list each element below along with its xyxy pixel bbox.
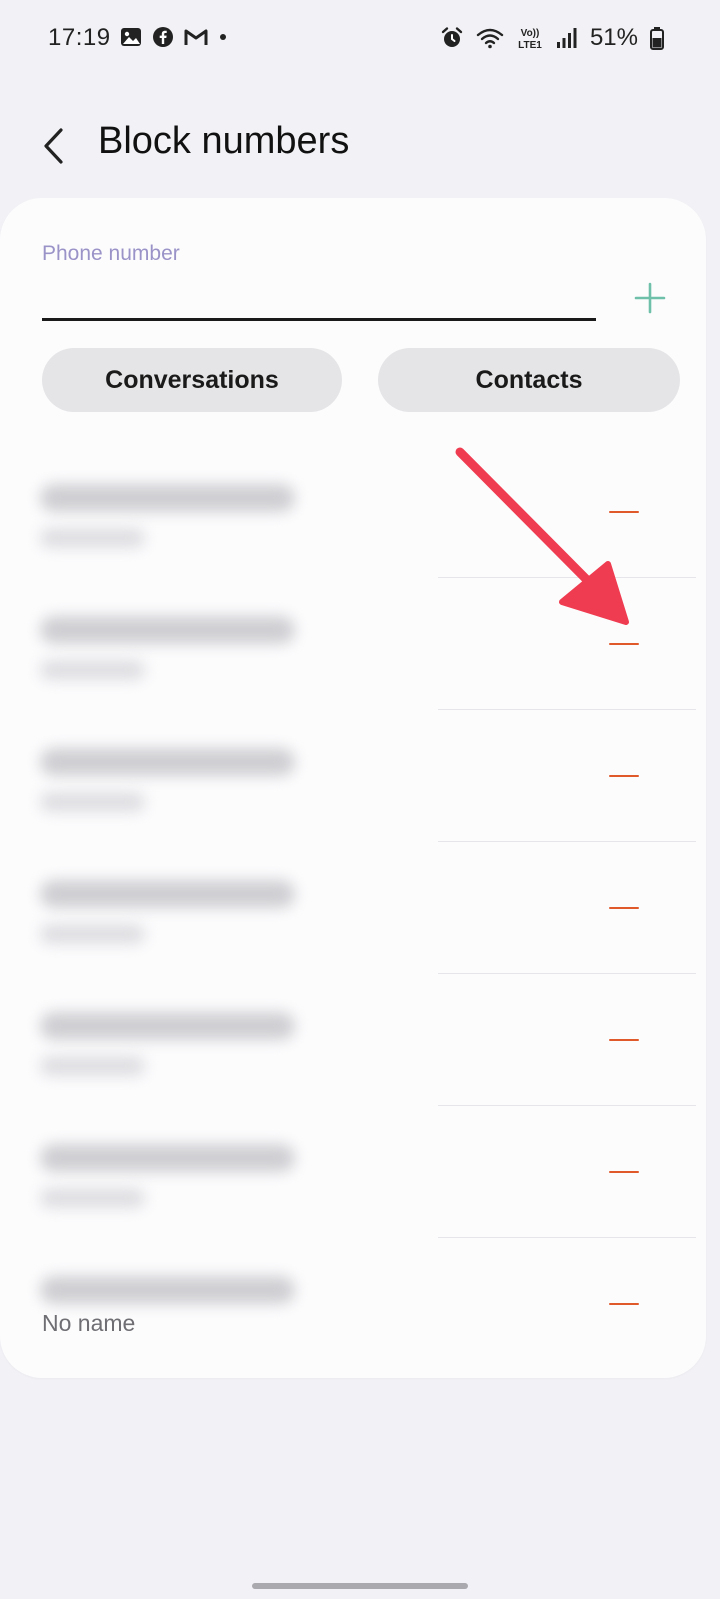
minus-icon [609,510,639,514]
blurred-phone-number [40,1144,295,1172]
dot-icon [218,32,228,42]
status-time: 17:19 [48,24,111,51]
screen: 17:19 Vo)) LTE1 51% Block numbers Phone … [0,0,720,1599]
minus-icon [609,774,639,778]
blocked-number-item [0,446,706,578]
remove-blocked-number-button[interactable] [602,1284,646,1324]
blurred-subtext [40,792,145,812]
blocked-number-item: No name [0,1238,706,1370]
blurred-phone-number [40,1276,295,1304]
blurred-subtext [40,528,145,548]
system-icons: Vo)) LTE1 51% [440,24,664,52]
facebook-icon [152,26,174,48]
alarm-icon [440,26,464,50]
gallery-icon [120,26,142,48]
back-button[interactable] [30,122,78,170]
wifi-icon [476,27,504,49]
blurred-subtext [40,660,145,680]
blurred-subtext [40,1056,145,1076]
remove-blocked-number-button[interactable] [602,1152,646,1192]
blurred-phone-number [40,616,295,644]
add-number-button[interactable] [625,273,675,323]
blocked-numbers-list: No name [0,446,706,1370]
minus-icon [609,1038,639,1042]
home-indicator[interactable] [252,1583,468,1589]
minus-icon [609,642,639,646]
blocked-number-item [0,1106,706,1238]
minus-icon [609,906,639,910]
block-numbers-card: Phone number Conversations Contacts No n… [0,198,706,1378]
remove-blocked-number-button[interactable] [602,1020,646,1060]
svg-text:Vo)): Vo)) [521,28,540,39]
remove-blocked-number-button[interactable] [602,888,646,928]
phone-number-label: Phone number [42,242,180,265]
battery-percent: 51% [589,24,638,51]
blocked-number-item [0,578,706,710]
blurred-phone-number [40,880,295,908]
blurred-phone-number [40,748,295,776]
minus-icon [609,1170,639,1174]
signal-icon [556,27,578,49]
volte-icon: Vo)) LTE1 [516,25,544,51]
contact-name-label: No name [42,1310,136,1336]
svg-text:LTE1: LTE1 [518,40,542,51]
plus-icon [633,281,667,315]
contacts-button[interactable]: Contacts [378,348,680,412]
status-bar: 17:19 Vo)) LTE1 51% [0,0,720,80]
battery-icon [650,26,664,50]
remove-blocked-number-button[interactable] [602,756,646,796]
page-title: Block numbers [98,120,350,162]
notification-icons [120,26,228,48]
remove-blocked-number-button[interactable] [602,492,646,532]
blocked-number-item [0,842,706,974]
remove-blocked-number-button[interactable] [602,624,646,664]
blurred-subtext [40,1188,145,1208]
phone-number-input[interactable] [42,276,596,321]
blurred-subtext [40,924,145,944]
blurred-phone-number [40,1012,295,1040]
app-bar: Block numbers [0,110,720,180]
blurred-phone-number [40,484,295,512]
blocked-number-item [0,710,706,842]
gmail-icon [184,27,208,47]
minus-icon [609,1302,639,1306]
chevron-left-icon [41,127,67,165]
conversations-button[interactable]: Conversations [42,348,342,412]
blocked-number-item [0,974,706,1106]
